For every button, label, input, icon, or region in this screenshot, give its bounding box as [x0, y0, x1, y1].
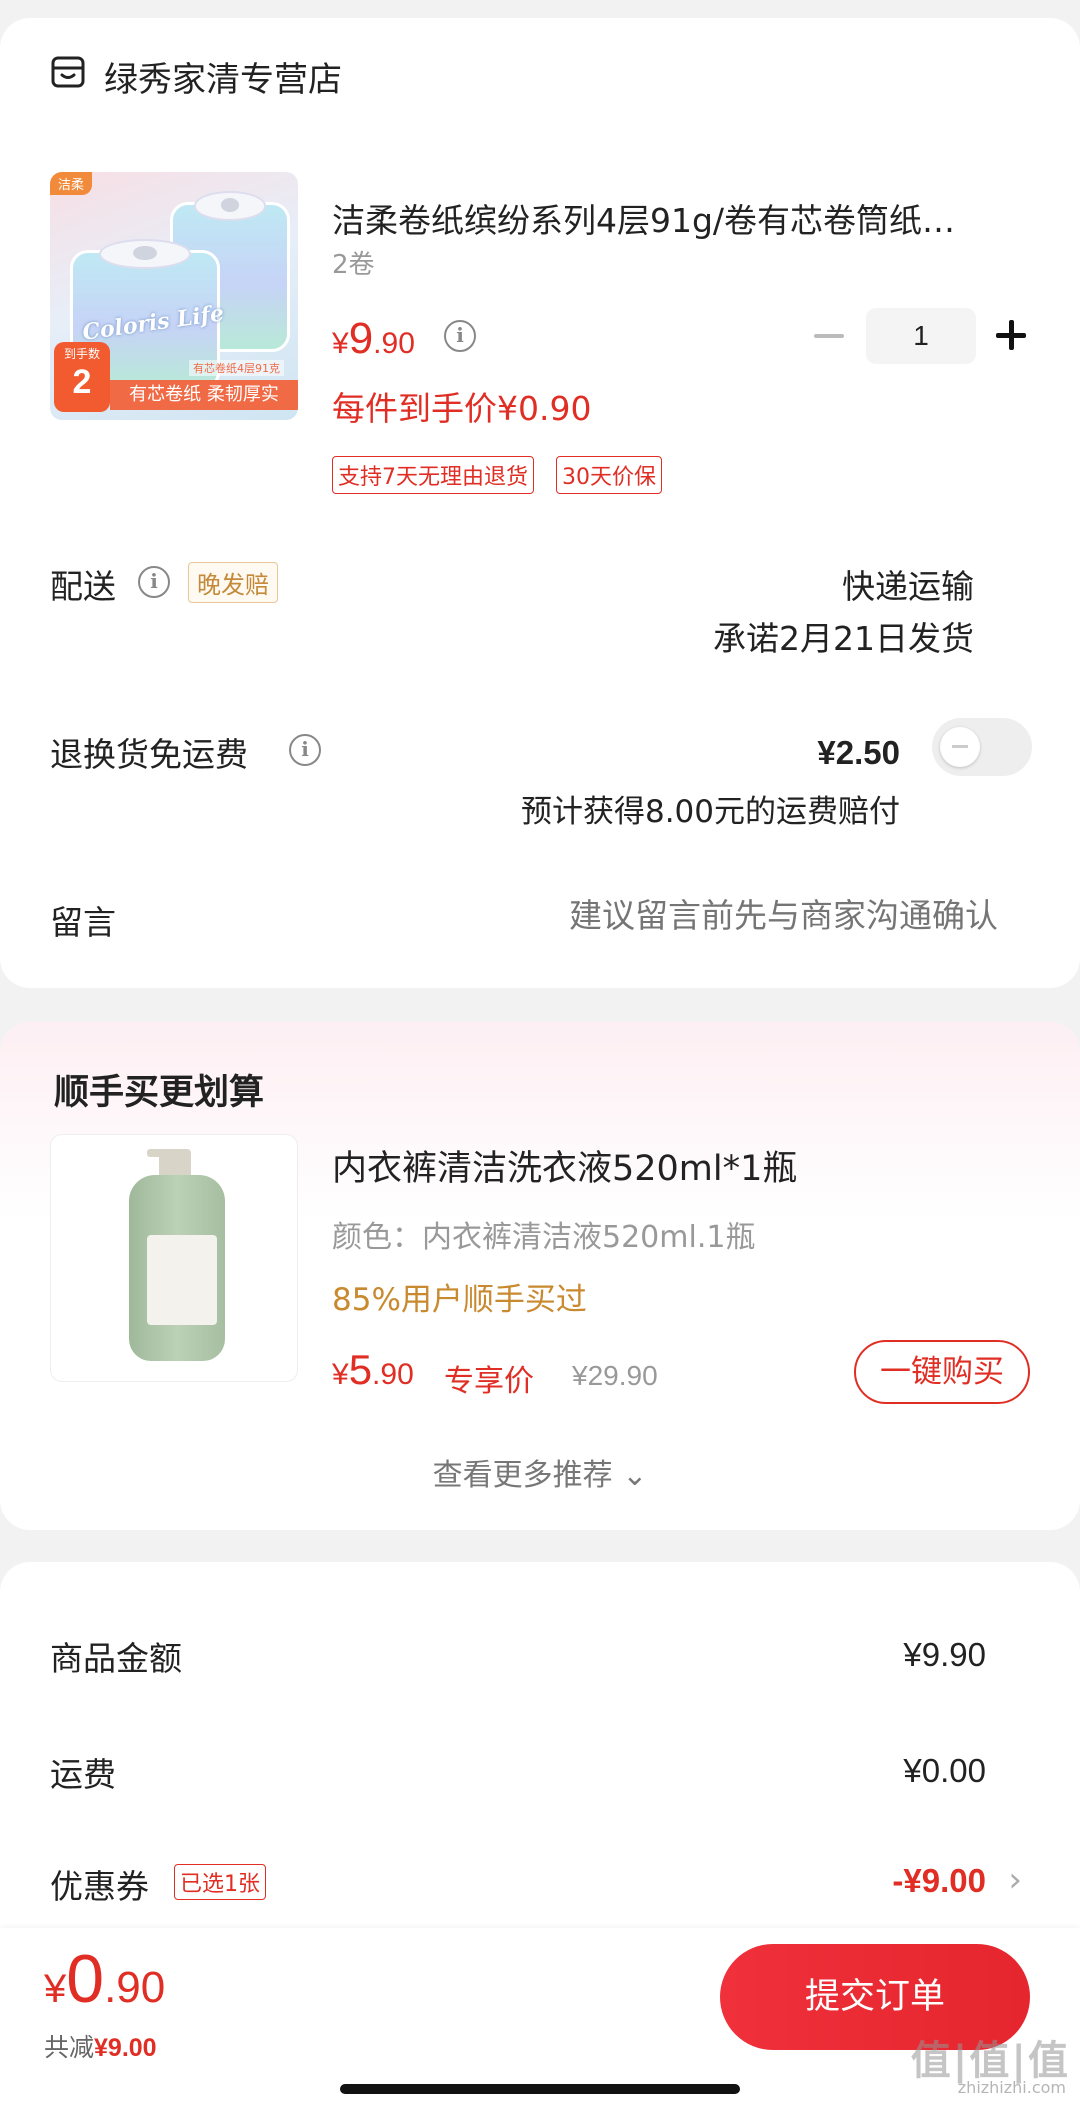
return-shipping-label: 退换货免运费 — [50, 735, 248, 774]
product-title[interactable]: 洁柔卷纸缤纷系列4层91g/卷有芯卷筒纸… — [332, 194, 1032, 242]
saved-amount: 共减¥9.00 — [44, 2028, 157, 2064]
shipping-label: 运费 — [50, 1755, 116, 1794]
watermark-url: zhizhizhi.com — [957, 2078, 1066, 2097]
return-policy-tag: 支持7天无理由退货 — [332, 456, 534, 494]
recommend-product-title[interactable]: 内衣裤清洁洗衣液520ml*1瓶 — [332, 1140, 797, 1191]
more-recommendations-link[interactable]: 查看更多推荐 ⌄ — [0, 1450, 1080, 1494]
order-item-card: 绿秀家清专营店 Coloris Life 洁柔 有芯卷纸4层91克 到手数 2 … — [0, 18, 1080, 988]
coupon-value[interactable]: -¥9.00 — [892, 1862, 986, 1900]
store-icon — [51, 56, 85, 88]
promo-badge: 到手数 2 — [54, 342, 110, 412]
price-info-icon[interactable]: i — [444, 320, 476, 352]
brand-tag: 洁柔 — [50, 172, 93, 195]
price-dec: .90 — [373, 327, 415, 360]
coupon-label[interactable]: 优惠券 — [50, 1860, 149, 1908]
return-shipping-toggle[interactable] — [932, 718, 1032, 776]
total-int: 0 — [66, 1941, 105, 2017]
price-protect-tag: 30天价保 — [556, 456, 662, 494]
return-shipping-note: 预计获得8.00元的运费赔付 — [520, 794, 900, 830]
goods-amount-label: 商品金额 — [50, 1639, 182, 1678]
late-compensation-tag[interactable]: 晚发赔 — [188, 562, 278, 603]
promo-strip: 有芯卷纸 柔韧厚实 — [110, 380, 298, 410]
shipping-value: ¥0.00 — [903, 1752, 986, 1789]
price-dec: .90 — [372, 1358, 414, 1391]
product-image[interactable]: Coloris Life 洁柔 有芯卷纸4层91克 到手数 2 有芯卷纸 柔韧厚… — [50, 172, 298, 420]
product-spec[interactable]: 2卷 — [332, 244, 375, 281]
return-shipping-info-icon[interactable]: i — [289, 734, 321, 766]
quantity-input[interactable]: 1 — [866, 308, 976, 364]
recommend-product-variant[interactable]: 颜色：内衣裤清洁液520ml.1瓶 — [332, 1212, 755, 1256]
toggle-knob — [940, 727, 980, 767]
final-unit-price: 每件到手价¥0.90 — [332, 389, 592, 428]
home-indicator[interactable] — [340, 2084, 740, 2094]
message-label: 留言 — [50, 903, 116, 942]
product-price: ¥9.90 — [332, 314, 415, 364]
one-click-buy-button[interactable]: 一键购买 — [854, 1340, 1030, 1404]
promo-sub-text: 有芯卷纸4层91克 — [189, 360, 284, 376]
saved-value: ¥9.00 — [94, 2034, 157, 2062]
total-dec: .90 — [104, 1963, 166, 2012]
total-price: ¥0.90 — [44, 1940, 165, 2018]
delivery-date: 承诺2月21日发货 — [713, 619, 974, 658]
total-symbol: ¥ — [44, 1967, 67, 2011]
goods-amount-value: ¥9.90 — [903, 1636, 986, 1673]
recommend-card: 顺手买更划算 内衣裤清洁洗衣液520ml*1瓶 颜色：内衣裤清洁液520ml.1… — [0, 1022, 1080, 1530]
coupon-selected-tag[interactable]: 已选1张 — [174, 1864, 266, 1900]
recommend-product-image[interactable] — [50, 1134, 298, 1382]
recommend-price: ¥5.90 — [332, 1346, 414, 1394]
price-symbol: ¥ — [332, 327, 349, 360]
price-int: 5 — [348, 1346, 373, 1393]
exclusive-price-label: 专享价 — [444, 1364, 534, 1399]
saved-prefix: 共减 — [44, 2033, 95, 2062]
promo-badge-count: 2 — [72, 363, 92, 401]
promo-badge-label: 到手数 — [63, 347, 100, 361]
delivery-method: 快递运输 — [842, 567, 974, 606]
recommend-social-proof: 85%用户顺手买过 — [332, 1282, 587, 1318]
chevron-right-icon[interactable]: › — [1008, 1860, 1022, 1900]
quantity-decrease-button[interactable] — [812, 318, 846, 352]
return-shipping-price: ¥2.50 — [817, 734, 900, 771]
recommend-title: 顺手买更划算 — [54, 1073, 265, 1113]
delivery-info-icon[interactable]: i — [138, 566, 170, 598]
price-symbol: ¥ — [332, 1358, 349, 1391]
price-int: 9 — [348, 314, 374, 363]
quantity-increase-button[interactable] — [994, 318, 1028, 352]
store-name[interactable]: 绿秀家清专营店 — [104, 52, 342, 101]
delivery-label: 配送 — [50, 567, 116, 606]
original-price: ¥29.90 — [572, 1360, 658, 1391]
message-input[interactable] — [398, 896, 998, 935]
checkout-bar: ¥0.90 共减¥9.00 提交订单 值|值|值 zhizhizhi.com — [0, 1928, 1080, 2109]
